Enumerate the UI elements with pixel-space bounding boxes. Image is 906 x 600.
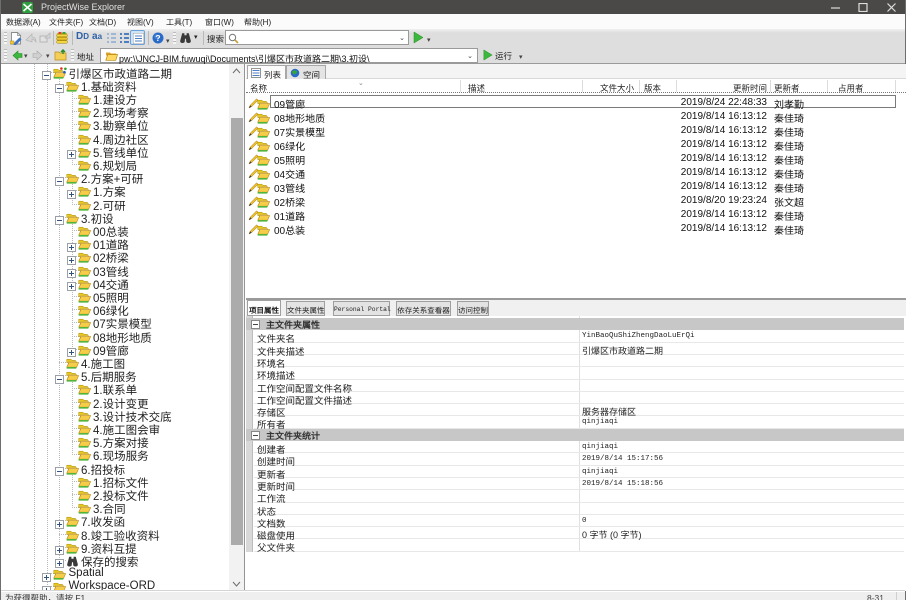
svg-text:?: ? — [155, 33, 160, 43]
